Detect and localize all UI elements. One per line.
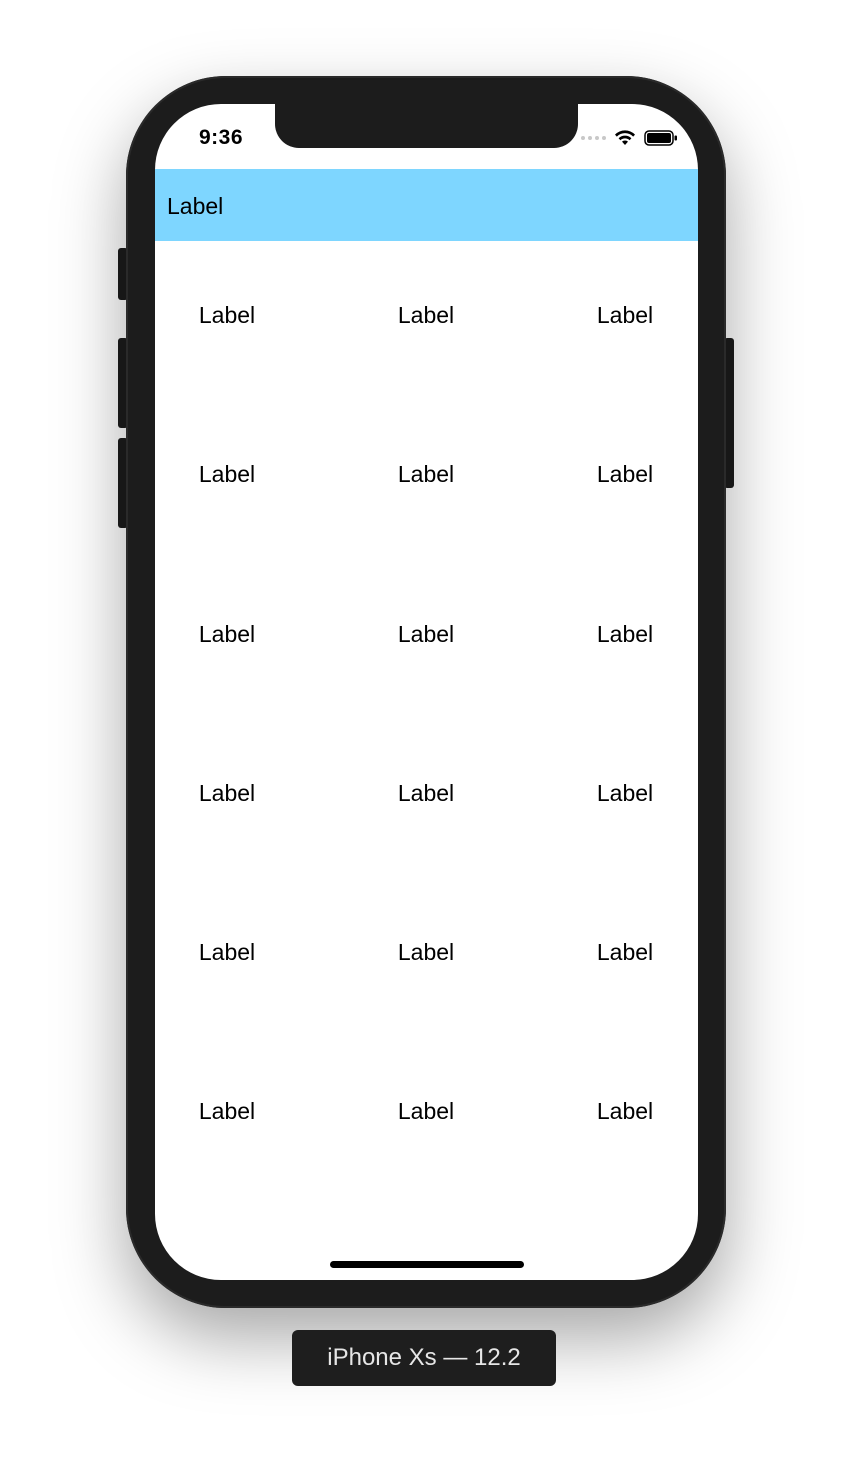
grid-label: Label [596,461,654,487]
battery-icon [644,130,678,146]
grid-label: Label [397,621,455,647]
grid-label: Label [596,780,654,806]
notch [275,104,578,148]
grid-label: Label [397,461,455,487]
grid-label: Label [596,302,654,328]
device-caption: iPhone Xs — 12.2 [292,1330,556,1386]
grid-label: Label [596,1098,654,1124]
grid-row: Label Label Label [155,780,698,810]
header-bar: Label [155,169,698,241]
grid-label: Label [397,1098,455,1124]
grid-row: Label Label Label [155,621,698,651]
wifi-icon [614,130,636,146]
grid-label: Label [198,780,256,806]
grid-label: Label [198,461,256,487]
grid-row: Label Label Label [155,302,698,332]
home-indicator[interactable] [330,1261,524,1268]
status-time: 9:36 [199,126,244,149]
grid-label: Label [596,939,654,965]
grid-label: Label [198,939,256,965]
grid-label: Label [397,302,455,328]
signal-icon [581,136,606,140]
grid-label: Label [397,939,455,965]
phone-screen: 9:36 Label Label Label Label Label Label… [155,104,698,1280]
grid-label: Label [397,780,455,806]
grid-row: Label Label Label [155,939,698,969]
grid-row: Label Label Label [155,461,698,491]
grid-label: Label [198,302,256,328]
grid-label: Label [596,621,654,647]
grid-row: Label Label Label [155,1098,698,1128]
grid-label: Label [198,621,256,647]
grid-label: Label [198,1098,256,1124]
simulator-stage: 9:36 Label Label Label Label Label Label… [0,0,852,1458]
status-icons [581,128,678,148]
header-label: Label [167,193,224,219]
